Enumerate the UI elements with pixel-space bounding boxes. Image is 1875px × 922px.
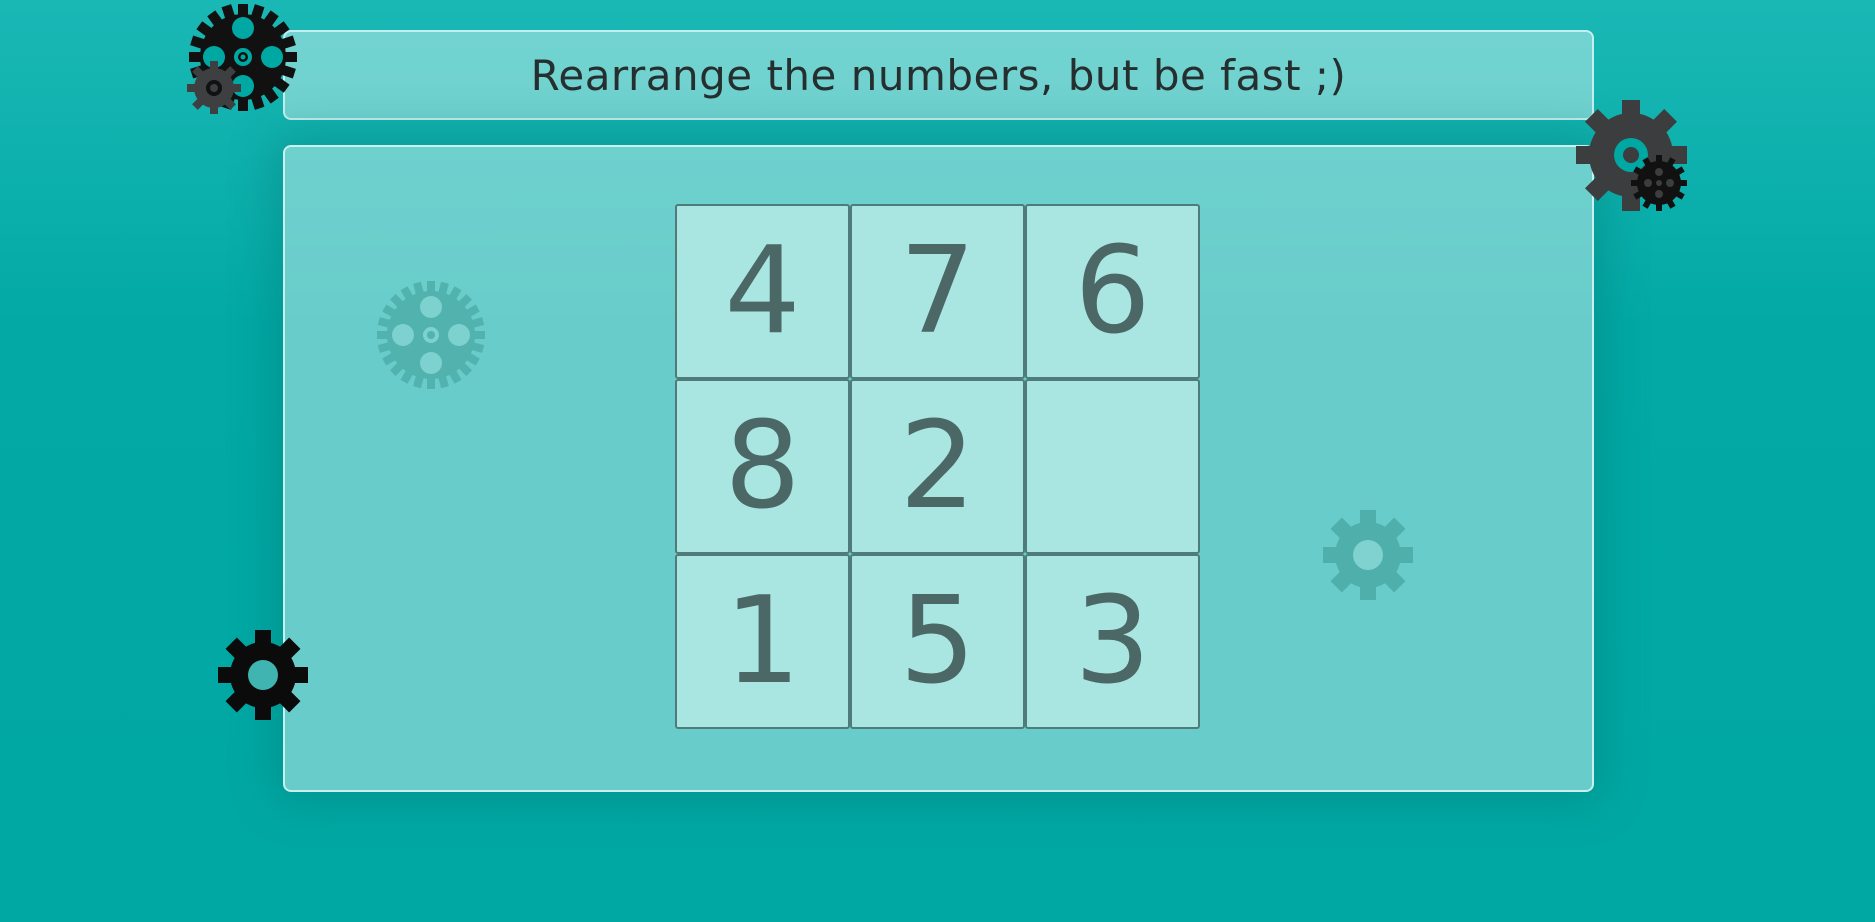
gear-cluster-top-left-icon	[187, 4, 297, 114]
gear-faded-right-icon	[1323, 510, 1413, 600]
puzzle-grid: 4 7 6 8 2 1 5 3	[675, 204, 1200, 729]
puzzle-tile[interactable]: 5	[850, 554, 1025, 729]
gear-faded-left-icon	[377, 281, 485, 389]
puzzle-tile[interactable]: 4	[675, 204, 850, 379]
puzzle-tile[interactable]: 1	[675, 554, 850, 729]
puzzle-empty-slot[interactable]	[1025, 379, 1200, 554]
header-panel: Rearrange the numbers, but be fast ;)	[283, 30, 1594, 120]
puzzle-tile[interactable]: 3	[1025, 554, 1200, 729]
puzzle-tile[interactable]: 7	[850, 204, 1025, 379]
page-title: Rearrange the numbers, but be fast ;)	[530, 50, 1347, 100]
gear-cluster-top-right-icon	[1576, 100, 1687, 211]
puzzle-tile[interactable]: 8	[675, 379, 850, 554]
puzzle-tile[interactable]: 2	[850, 379, 1025, 554]
puzzle-tile[interactable]: 6	[1025, 204, 1200, 379]
gear-bottom-left-icon	[218, 630, 308, 720]
